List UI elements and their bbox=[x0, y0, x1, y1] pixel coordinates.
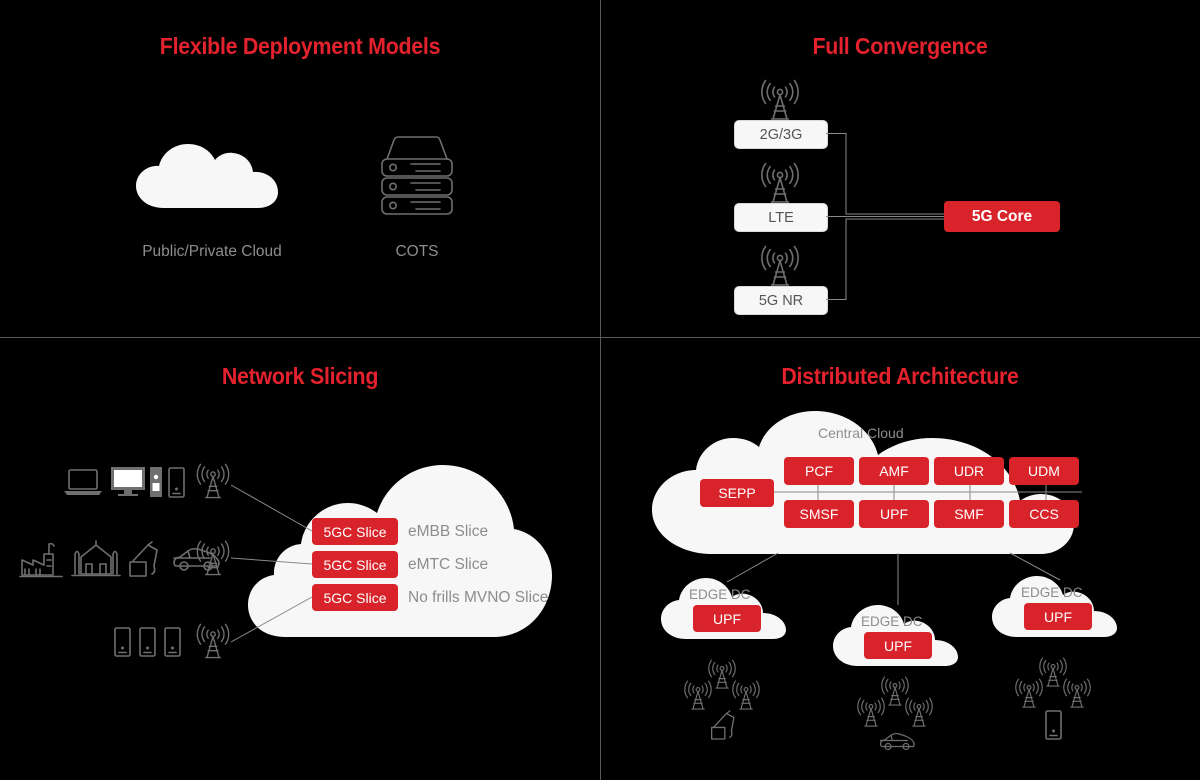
edge-nf-box-upf[interactable]: UPF bbox=[693, 605, 761, 632]
slice-box-label: 5GC Slice bbox=[323, 523, 387, 540]
server-stack-icon bbox=[378, 133, 456, 215]
edge-nf-box-upf[interactable]: UPF bbox=[864, 632, 932, 659]
edge-dc-label: EDGE DC bbox=[861, 614, 923, 629]
cell-tower-icon bbox=[1013, 678, 1045, 710]
slice-box-label: 5GC Slice bbox=[323, 556, 387, 573]
cell-tower-icon bbox=[903, 697, 935, 729]
edge-links bbox=[726, 552, 1061, 605]
nf-label: UPF bbox=[884, 637, 912, 654]
panel-flexible-deployment: Flexible Deployment Models Public/Privat… bbox=[0, 0, 600, 337]
cell-tower-icon bbox=[682, 680, 714, 712]
excavator-icon bbox=[710, 709, 738, 741]
slide-canvas: Flexible Deployment Models Public/Privat… bbox=[0, 0, 1200, 780]
convergence-connectors bbox=[826, 133, 944, 300]
smartphone-icon bbox=[1045, 710, 1062, 740]
slice-box-3[interactable]: 5GC Slice bbox=[312, 584, 398, 611]
panel-full-convergence: Full Convergence 2G/3G LTE 5G NR 5G Core bbox=[600, 0, 1200, 337]
panel-title-flexible-deployment: Flexible Deployment Models bbox=[159, 33, 441, 59]
cloud-icon bbox=[134, 140, 294, 210]
slice-box-1[interactable]: 5GC Slice bbox=[312, 518, 398, 545]
slicing-connectors bbox=[230, 484, 313, 643]
slice-label-3: No frills MVNO Slice bbox=[408, 589, 549, 606]
panel-network-slicing: Network Slicing 5GC Slice eMBB Slice 5GC… bbox=[0, 337, 600, 780]
slice-label-2: eMTC Slice bbox=[408, 556, 489, 573]
core-box-5g-core[interactable]: 5G Core bbox=[944, 201, 1060, 232]
panel-distributed-architecture: Distributed Architecture Central Cloud S… bbox=[600, 337, 1200, 780]
nf-label: UPF bbox=[713, 610, 741, 627]
car-icon bbox=[879, 732, 915, 752]
cell-tower-icon bbox=[1061, 678, 1093, 710]
edge-dc-label: EDGE DC bbox=[1021, 585, 1083, 600]
cots-label: COTS bbox=[395, 243, 439, 260]
cell-tower-icon bbox=[730, 680, 762, 712]
nf-label: UPF bbox=[1044, 608, 1072, 625]
vertical-divider bbox=[600, 0, 602, 780]
slice-box-2[interactable]: 5GC Slice bbox=[312, 551, 398, 578]
cell-tower-icon bbox=[855, 697, 887, 729]
edge-dc-label: EDGE DC bbox=[689, 587, 751, 602]
horizontal-divider bbox=[0, 337, 1200, 339]
slice-box-label: 5GC Slice bbox=[323, 589, 387, 606]
core-label: 5G Core bbox=[971, 207, 1033, 225]
slice-label-1: eMBB Slice bbox=[408, 523, 489, 540]
edge-nf-box-upf[interactable]: UPF bbox=[1024, 603, 1092, 630]
